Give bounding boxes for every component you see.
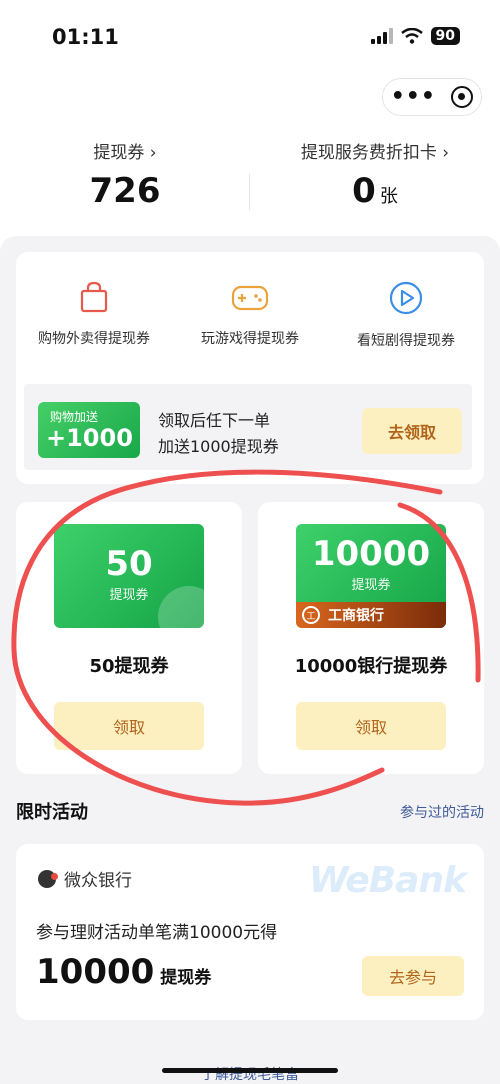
coupon-ticket: 10000 提现券 工 工商银行: [296, 524, 446, 628]
mini-program-capsule: •••: [382, 78, 482, 116]
claim-coupon-button[interactable]: 领取: [54, 702, 204, 750]
icbc-logo-icon: 工: [302, 606, 320, 624]
way-games[interactable]: 玩游戏得提现券: [172, 280, 328, 348]
coupon-sub: 提现券: [351, 578, 391, 593]
joined-activities-link[interactable]: 参与过的活动: [400, 802, 484, 822]
webank-watermark: WeBank: [308, 860, 467, 901]
status-time: 01:11: [52, 25, 119, 49]
join-activity-button[interactable]: 去参与: [362, 956, 464, 996]
bonus-amount: +1000: [46, 424, 133, 452]
activity-card: 微众银行 WeBank 参与理财活动单笔满10000元得 10000 提现券 去参…: [16, 844, 484, 1020]
coupon-card: 50 提现券 50提现券 领取: [16, 502, 242, 774]
limited-activities-title: 限时活动: [16, 802, 88, 823]
voucher-label[interactable]: 提现券 ›: [0, 138, 250, 163]
way-label: 玩游戏得提现券: [201, 331, 299, 347]
earn-ways-card: 购物外卖得提现券 玩游戏得提现券 看短剧得提现券 购物加送 +1000 领取后任…: [16, 252, 484, 484]
bonus-badge: 购物加送 +1000: [38, 402, 140, 458]
way-shopping[interactable]: 购物外卖得提现券: [16, 280, 172, 348]
signal-icon: [370, 28, 393, 44]
bank-name: 工商银行: [328, 608, 384, 624]
bottom-link[interactable]: 了解提现毛笔富: [0, 1064, 500, 1084]
close-target-icon[interactable]: [451, 86, 474, 108]
way-label: 购物外卖得提现券: [38, 331, 150, 347]
discount-card-unit: 张: [379, 186, 398, 207]
discount-card-stat[interactable]: 提现服务费折扣卡 › 0张: [250, 138, 500, 211]
discount-card-label[interactable]: 提现服务费折扣卡 ›: [250, 138, 500, 163]
webank-logo-icon: [38, 870, 58, 888]
main-panel: 购物外卖得提现券 玩游戏得提现券 看短剧得提现券 购物加送 +1000 领取后任…: [0, 236, 500, 1084]
stats-row: 提现券 › 726 提现服务费折扣卡 › 0张: [0, 138, 500, 218]
discount-card-value: 0: [352, 171, 376, 211]
wifi-icon: [400, 28, 423, 44]
status-bar: 01:11 90: [0, 0, 500, 72]
shopping-bag-icon: [80, 281, 108, 313]
activity-desc: 参与理财活动单笔满10000元得: [36, 923, 278, 943]
home-indicator: [162, 1068, 338, 1073]
more-icon[interactable]: •••: [391, 86, 436, 108]
way-label: 看短剧得提现券: [357, 333, 455, 349]
coupon-title: 10000银行提现券: [294, 656, 448, 677]
coupon-amount: 50: [105, 544, 153, 584]
coupon-title: 50提现券: [89, 656, 169, 677]
bonus-tag: 购物加送: [50, 410, 99, 424]
coupon-amount: 10000: [311, 534, 431, 574]
shopping-bonus-banner: 购物加送 +1000 领取后任下一单 加送1000提现券 去领取: [24, 384, 472, 470]
coupon-ticket: 50 提现券: [54, 524, 204, 628]
claim-coupon-button[interactable]: 领取: [296, 702, 446, 750]
voucher-stat[interactable]: 提现券 › 726: [0, 138, 250, 211]
coupon-card: 10000 提现券 工 工商银行 10000银行提现券 领取: [258, 502, 484, 774]
activity-amount: 10000: [36, 952, 155, 992]
way-dramas[interactable]: 看短剧得提现券: [328, 280, 484, 350]
promo-line-1: 领取后任下一单: [158, 411, 271, 430]
gamepad-icon: [231, 285, 269, 311]
bank-bar: 工 工商银行: [296, 602, 446, 628]
battery-icon: 90: [430, 27, 460, 45]
activity-bank-name: 微众银行: [64, 871, 132, 891]
claim-bonus-button[interactable]: 去领取: [362, 408, 462, 454]
play-icon: [389, 281, 423, 315]
activity-unit: 提现券: [160, 968, 212, 988]
voucher-value: 726: [89, 171, 161, 211]
promo-line-2: 加送1000提现券: [158, 437, 279, 456]
